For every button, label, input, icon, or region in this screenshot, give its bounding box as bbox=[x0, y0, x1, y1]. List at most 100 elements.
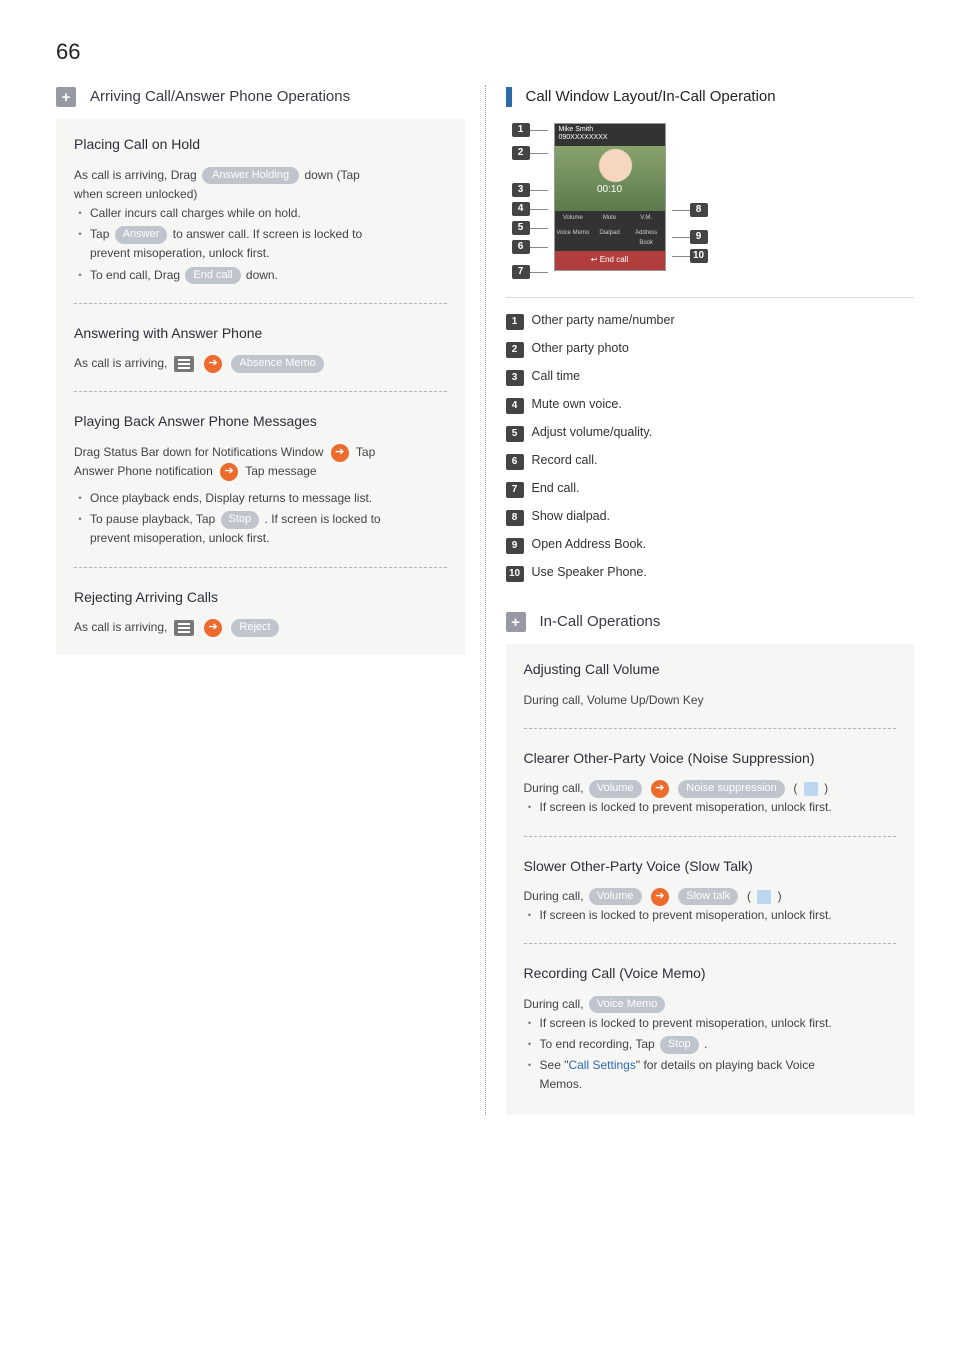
body-text: down. bbox=[246, 268, 278, 282]
menu-icon[interactable] bbox=[174, 356, 194, 372]
body-text: to answer call. If screen is locked to bbox=[173, 227, 362, 241]
reject-button[interactable]: Reject bbox=[231, 619, 278, 636]
caller-name: Mike Smith bbox=[559, 126, 661, 134]
arrow-right-icon: ➔ bbox=[204, 355, 222, 373]
subheading: Slower Other-Party Voice (Slow Talk) bbox=[524, 855, 897, 877]
body-text: As call is arriving, bbox=[74, 356, 171, 370]
stop-button[interactable]: Stop bbox=[221, 511, 260, 528]
legend-num-6: 6 bbox=[506, 454, 524, 470]
section-header: + Arriving Call/Answer Phone Operations bbox=[56, 85, 465, 109]
answer-button[interactable]: Answer bbox=[115, 226, 168, 243]
body-text: Tap message bbox=[245, 464, 316, 478]
callout-8: 8 bbox=[690, 203, 708, 217]
body-text: To end recording, Tap bbox=[540, 1037, 659, 1051]
volume-button[interactable]: Volume bbox=[555, 214, 592, 224]
legend-num-7: 7 bbox=[506, 482, 524, 498]
subheading: Placing Call on Hold bbox=[74, 133, 447, 155]
legend-list: 1Other party name/number 2Other party ph… bbox=[506, 297, 915, 582]
voice-memo-button[interactable]: Voice Memo bbox=[589, 996, 666, 1013]
mute-button[interactable]: Mute bbox=[591, 214, 628, 224]
stop-button[interactable]: Stop bbox=[660, 1036, 699, 1053]
body-text: During call, bbox=[524, 781, 587, 795]
body-text: As call is arriving, bbox=[74, 620, 171, 634]
slow-talk-button[interactable]: Slow talk bbox=[678, 888, 738, 905]
section-title: In-Call Operations bbox=[540, 610, 661, 634]
subheading: Answering with Answer Phone bbox=[74, 322, 447, 344]
legend-text: Show dialpad. bbox=[532, 509, 611, 523]
legend-num-3: 3 bbox=[506, 370, 524, 386]
legend-text: Record call. bbox=[532, 453, 598, 467]
body-text: Memos. bbox=[540, 1077, 583, 1091]
arrow-right-icon: ➔ bbox=[651, 780, 669, 798]
legend-num-10: 10 bbox=[506, 566, 524, 582]
legend-text: Other party photo bbox=[532, 341, 629, 355]
volume-button[interactable]: Volume bbox=[589, 888, 642, 905]
absence-memo-button[interactable]: Absence Memo bbox=[231, 355, 323, 372]
body-text: . bbox=[704, 1037, 707, 1051]
answer-holding-button[interactable]: Answer Holding bbox=[202, 167, 299, 184]
arrow-right-icon: ➔ bbox=[220, 463, 238, 481]
callout-5: 5 bbox=[512, 221, 530, 235]
end-call-button[interactable]: End call bbox=[185, 267, 240, 284]
subheading: Recording Call (Voice Memo) bbox=[524, 962, 897, 984]
legend-text: End call. bbox=[532, 481, 580, 495]
instruction-block: Placing Call on Hold As call is arriving… bbox=[56, 119, 465, 655]
body-text: If screen is locked to prevent misoperat… bbox=[540, 906, 832, 925]
body-text: As call is arriving, Drag bbox=[74, 168, 200, 182]
body-text: Answer Phone notification bbox=[74, 464, 216, 478]
legend-text: Open Address Book. bbox=[532, 537, 647, 551]
body-text: To end call, Drag bbox=[90, 268, 183, 282]
legend-num-9: 9 bbox=[506, 538, 524, 554]
body-text: down (Tap bbox=[304, 168, 359, 182]
body-text: If screen is locked to prevent misoperat… bbox=[540, 1014, 832, 1033]
subheading: Playing Back Answer Phone Messages bbox=[74, 410, 447, 432]
section-header: Call Window Layout/In-Call Operation bbox=[506, 85, 915, 109]
checkbox-icon[interactable] bbox=[804, 782, 818, 796]
legend-text: Mute own voice. bbox=[532, 397, 622, 411]
callout-1: 1 bbox=[512, 123, 530, 137]
subheading: Clearer Other-Party Voice (Noise Suppres… bbox=[524, 747, 897, 769]
legend-text: Adjust volume/quality. bbox=[532, 425, 653, 439]
body-text: . If screen is locked to bbox=[265, 512, 381, 526]
legend-text: Use Speaker Phone. bbox=[532, 565, 647, 579]
noise-suppression-button[interactable]: Noise suppression bbox=[678, 780, 785, 797]
body-text: prevent misoperation, unlock first. bbox=[90, 246, 269, 260]
arrow-right-icon: ➔ bbox=[331, 444, 349, 462]
callout-9: 9 bbox=[690, 230, 708, 244]
end-call-bar[interactable]: ↩ End call bbox=[555, 251, 665, 270]
call-settings-link[interactable]: Call Settings bbox=[568, 1058, 635, 1072]
body-text: when screen unlocked) bbox=[74, 185, 447, 204]
callout-4: 4 bbox=[512, 202, 530, 216]
menu-icon[interactable] bbox=[174, 620, 194, 636]
section-header: + In-Call Operations bbox=[506, 610, 915, 634]
volume-button[interactable]: Volume bbox=[589, 780, 642, 797]
arrow-right-icon: ➔ bbox=[651, 888, 669, 906]
instruction-block: Adjusting Call Volume During call, Volum… bbox=[506, 644, 915, 1114]
legend-num-2: 2 bbox=[506, 342, 524, 358]
legend-text: Call time bbox=[532, 369, 581, 383]
callout-3: 3 bbox=[512, 183, 530, 197]
legend-num-4: 4 bbox=[506, 398, 524, 414]
caller-photo bbox=[555, 146, 665, 210]
body-text: See " bbox=[540, 1058, 569, 1072]
addressbook-button[interactable]: Address Book bbox=[628, 229, 665, 248]
body-text: Caller incurs call charges while on hold… bbox=[90, 204, 301, 223]
body-text: Once playback ends, Display returns to m… bbox=[90, 489, 372, 508]
subheading: Rejecting Arriving Calls bbox=[74, 586, 447, 608]
call-screen-mock: Mike Smith 090XXXXXXXX 00:10 Volume Mute… bbox=[554, 123, 666, 271]
annotated-screenshot: 1 2 3 4 5 6 7 Mike Smith 090XXXXXXXX 00:… bbox=[512, 123, 915, 279]
section-title: Arriving Call/Answer Phone Operations bbox=[90, 85, 350, 109]
callout-6: 6 bbox=[512, 240, 530, 254]
checkbox-icon[interactable] bbox=[757, 890, 771, 904]
legend-num-5: 5 bbox=[506, 426, 524, 442]
accent-bar-icon bbox=[506, 87, 512, 107]
dialpad-button[interactable]: Dialpad bbox=[591, 229, 628, 248]
voicememo-button[interactable]: Voice Memo bbox=[555, 229, 592, 248]
legend-num-8: 8 bbox=[506, 510, 524, 526]
subheading: Adjusting Call Volume bbox=[524, 658, 897, 680]
left-column: + Arriving Call/Answer Phone Operations … bbox=[56, 85, 465, 1114]
vm-button[interactable]: V.M. bbox=[628, 214, 665, 224]
body-text: During call, Volume Up/Down Key bbox=[524, 691, 897, 710]
call-timer: 00:10 bbox=[555, 182, 665, 198]
body-text: " for details on playing back Voice bbox=[636, 1058, 815, 1072]
